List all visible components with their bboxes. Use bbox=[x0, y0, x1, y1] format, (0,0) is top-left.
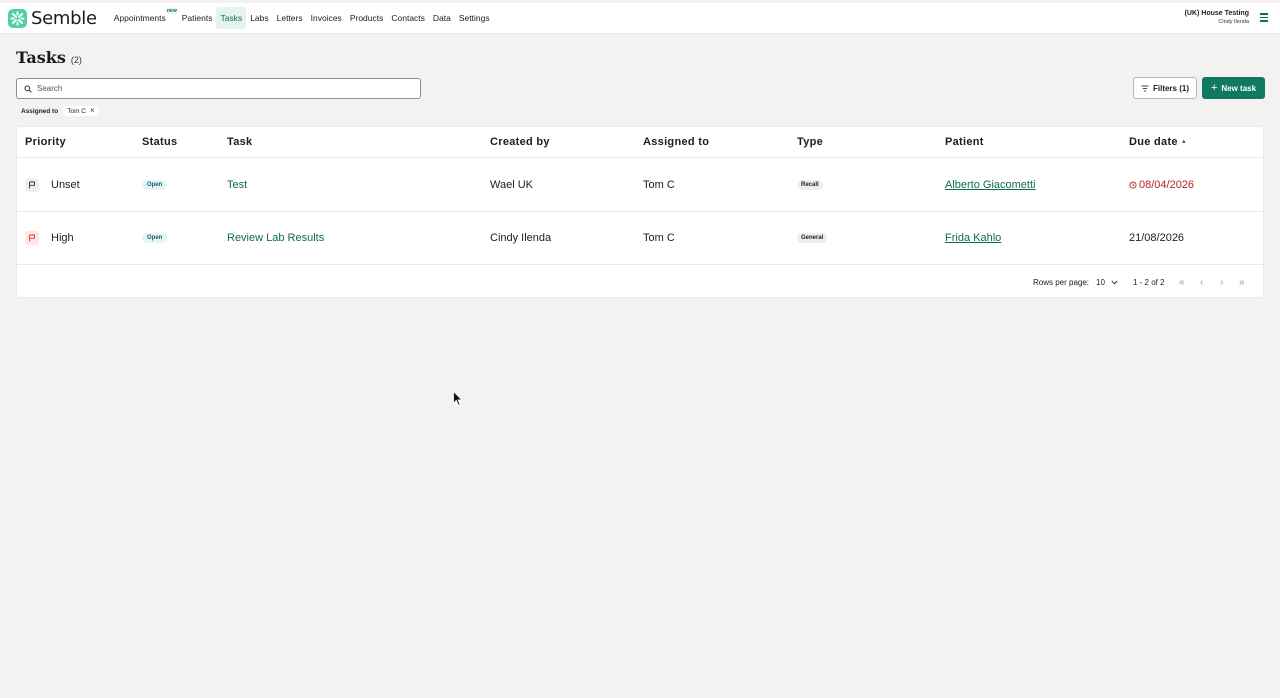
status-cell: Open bbox=[142, 179, 168, 190]
column-header-task[interactable]: Task bbox=[227, 136, 252, 148]
type-badge: Recall bbox=[797, 179, 823, 190]
nav-item-products[interactable]: Products bbox=[346, 7, 388, 29]
column-header-status[interactable]: Status bbox=[142, 136, 177, 148]
top-nav-bar: Semble Appointments new Patients Tasks L… bbox=[0, 3, 1280, 34]
next-page-icon[interactable]: › bbox=[1220, 277, 1223, 288]
column-header-due-date[interactable]: Due date ▲ bbox=[1129, 136, 1187, 148]
filter-icon bbox=[1141, 85, 1149, 91]
table-row[interactable]: High Open Review Lab Results Cindy Ilend… bbox=[17, 212, 1263, 265]
patient-link[interactable]: Alberto Giacometti bbox=[945, 179, 1035, 191]
filters-button-label: Filters (1) bbox=[1152, 83, 1189, 93]
nav-item-letters[interactable]: Letters bbox=[273, 7, 307, 29]
active-filters: Assigned to Tom C × bbox=[21, 106, 99, 116]
table-row[interactable]: Unset Open Test Wael UK Tom C Recall Alb… bbox=[17, 158, 1263, 212]
patient-cell: Alberto Giacometti bbox=[945, 179, 1035, 191]
filters-button[interactable]: Filters (1) bbox=[1133, 77, 1197, 99]
brand-name: Semble bbox=[31, 7, 97, 29]
patient-cell: Frida Kahlo bbox=[945, 232, 1001, 244]
main-nav: Appointments new Patients Tasks Labs Let… bbox=[110, 3, 494, 33]
task-cell: Test bbox=[227, 179, 247, 191]
sort-ascending-icon: ▲ bbox=[1180, 139, 1188, 145]
search-box[interactable] bbox=[16, 78, 421, 99]
column-header-created-by[interactable]: Created by bbox=[490, 136, 550, 148]
status-cell: Open bbox=[142, 233, 168, 243]
page-title-block: Tasks (2) bbox=[16, 48, 82, 67]
flag-icon bbox=[25, 177, 39, 192]
assigned-to-cell: Tom C bbox=[643, 232, 675, 244]
last-page-icon[interactable]: » bbox=[1239, 277, 1245, 288]
account-switcher[interactable]: (UK) House Testing Cindy Ilenda bbox=[1185, 10, 1249, 25]
status-badge: Open bbox=[142, 233, 168, 243]
search-input[interactable] bbox=[37, 84, 397, 93]
column-header-label: Due date bbox=[1129, 136, 1178, 148]
nav-item-tasks[interactable]: Tasks bbox=[216, 7, 247, 29]
created-by-cell: Wael UK bbox=[490, 178, 533, 191]
due-date-cell: 08/04/2026 bbox=[1129, 179, 1194, 191]
filter-chip-value: Tom C bbox=[67, 107, 86, 115]
nav-item-patients[interactable]: Patients bbox=[178, 7, 217, 29]
plus-icon: + bbox=[1210, 82, 1218, 94]
column-header-assigned-to[interactable]: Assigned to bbox=[643, 136, 709, 148]
nav-item-data[interactable]: Data bbox=[429, 7, 455, 29]
priority-cell: Unset bbox=[25, 177, 80, 192]
new-task-button[interactable]: + New task bbox=[1202, 77, 1265, 99]
tasks-table: Priority Status Task Created by Assigned… bbox=[16, 126, 1264, 298]
assigned-to-cell: Tom C bbox=[643, 178, 675, 191]
type-cell: Recall bbox=[797, 179, 823, 190]
column-header-patient[interactable]: Patient bbox=[945, 136, 984, 148]
created-by-cell: Cindy Ilenda bbox=[490, 232, 552, 244]
search-icon bbox=[24, 84, 32, 93]
rows-per-page-select[interactable]: 10 bbox=[1096, 278, 1118, 287]
pagination: Rows per page: 10 1 - 2 of 2 « ‹ › » bbox=[17, 265, 1263, 299]
task-count: (2) bbox=[70, 55, 82, 65]
priority-label: Unset bbox=[51, 178, 80, 191]
page-title: Tasks bbox=[16, 48, 66, 67]
new-badge: new bbox=[166, 8, 178, 14]
account-org: (UK) House Testing bbox=[1184, 10, 1249, 17]
task-link[interactable]: Test bbox=[227, 179, 247, 191]
mouse-cursor-icon bbox=[453, 391, 463, 406]
status-badge: Open bbox=[142, 179, 168, 190]
patient-link[interactable]: Frida Kahlo bbox=[945, 232, 1001, 244]
semble-logo[interactable]: Semble bbox=[8, 8, 97, 29]
first-page-icon[interactable]: « bbox=[1179, 277, 1185, 288]
semble-logo-icon bbox=[8, 8, 27, 28]
nav-item-label: Appointments bbox=[113, 13, 166, 23]
priority-cell: High bbox=[25, 231, 74, 245]
hamburger-menu-icon[interactable] bbox=[1260, 13, 1270, 23]
column-header-priority[interactable]: Priority bbox=[25, 136, 66, 148]
filter-chip-label: Assigned to bbox=[21, 107, 59, 115]
chevron-down-icon bbox=[1111, 280, 1118, 285]
column-header-type[interactable]: Type bbox=[797, 136, 823, 148]
previous-page-icon[interactable]: ‹ bbox=[1200, 277, 1203, 288]
nav-item-labs[interactable]: Labs bbox=[246, 7, 272, 29]
task-cell: Review Lab Results bbox=[227, 232, 324, 244]
flag-icon bbox=[25, 231, 39, 245]
rows-per-page-label: Rows per page: bbox=[1033, 277, 1090, 287]
filter-chip: Tom C × bbox=[63, 106, 99, 116]
nav-item-invoices[interactable]: Invoices bbox=[307, 7, 346, 29]
table-header: Priority Status Task Created by Assigned… bbox=[17, 127, 1263, 158]
due-date: 21/08/2026 bbox=[1129, 232, 1185, 244]
nav-item-appointments[interactable]: Appointments new bbox=[110, 7, 178, 29]
clock-icon bbox=[1129, 180, 1137, 189]
new-task-button-label: New task bbox=[1221, 83, 1257, 93]
page-range: 1 - 2 of 2 bbox=[1133, 277, 1165, 287]
nav-item-contacts[interactable]: Contacts bbox=[387, 7, 429, 29]
type-badge: General bbox=[797, 233, 828, 243]
due-date-cell: 21/08/2026 bbox=[1129, 232, 1184, 244]
due-date: 08/04/2026 bbox=[1139, 178, 1195, 191]
priority-label: High bbox=[51, 232, 74, 244]
rows-per-page-value: 10 bbox=[1096, 277, 1105, 287]
account-user: Cindy Ilenda bbox=[1218, 19, 1249, 25]
nav-item-settings[interactable]: Settings bbox=[455, 7, 494, 29]
task-link[interactable]: Review Lab Results bbox=[227, 232, 324, 244]
close-icon[interactable]: × bbox=[90, 107, 95, 115]
type-cell: General bbox=[797, 233, 828, 243]
